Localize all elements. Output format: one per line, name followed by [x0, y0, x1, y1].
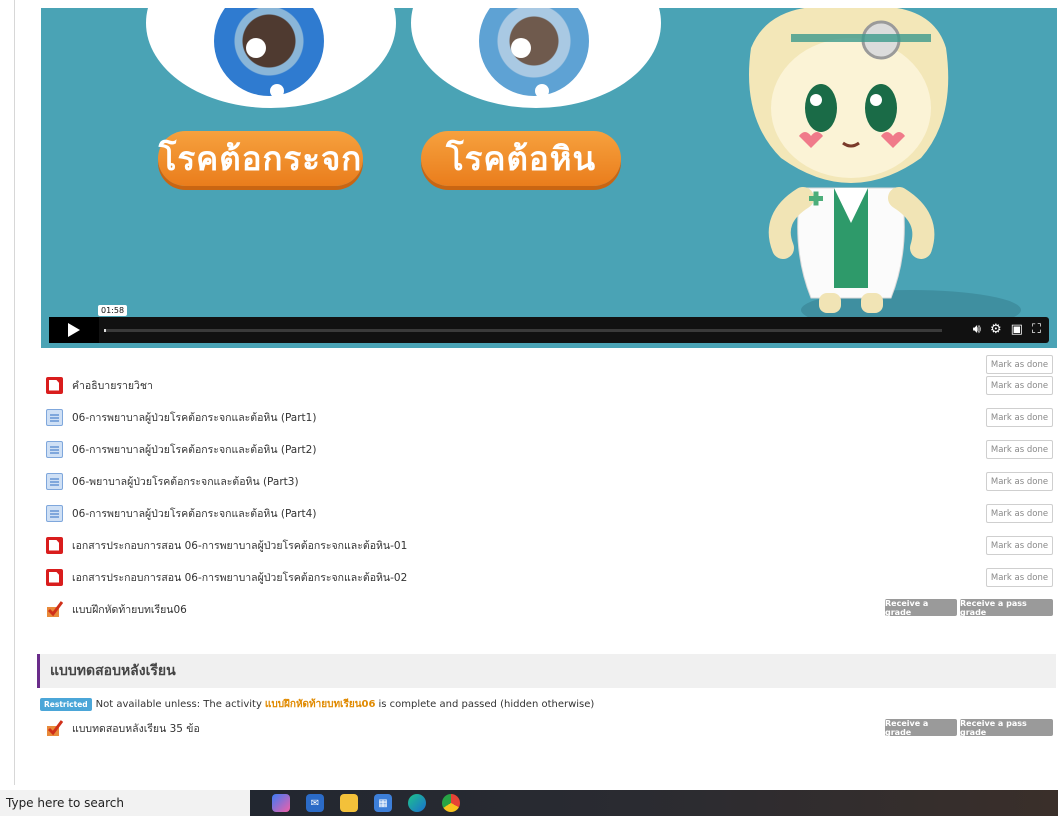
page-icon [46, 504, 63, 522]
activity-row[interactable]: คำอธิบายรายวิชา [46, 375, 153, 395]
restriction-suffix: is complete and passed (hidden otherwise… [378, 698, 595, 710]
mail-icon[interactable]: ✉ [306, 794, 324, 812]
taskbar-search[interactable]: Type here to search [0, 790, 250, 816]
receive-grade-badge: Receive a grade [885, 599, 957, 617]
activity-name[interactable]: เอกสารประกอบการสอน 06-การพยาบาลผู้ป่วยโร… [72, 569, 407, 586]
page-icon [46, 440, 63, 458]
settings-icon[interactable]: ⚙︎ [990, 320, 1002, 340]
activity-row[interactable]: 06-การพยาบาลผู้ป่วยโรคต้อกระจกและต้อหิน … [46, 503, 316, 523]
timeline-progress [104, 329, 106, 332]
pip-icon[interactable]: ▣ [1011, 320, 1023, 340]
play-icon [68, 323, 80, 337]
mark-done-button[interactable]: Mark as done [986, 408, 1053, 427]
quiz-icon [47, 719, 63, 736]
mark-done-button-video[interactable]: Mark as done [986, 355, 1053, 374]
activity-name[interactable]: แบบทดสอบหลังเรียน 35 ข้อ [72, 720, 200, 737]
mark-done-button[interactable]: Mark as done [986, 568, 1053, 587]
activity-name[interactable]: 06-การพยาบาลผู้ป่วยโรคต้อกระจกและต้อหิน … [72, 505, 316, 522]
activity-row[interactable]: เอกสารประกอบการสอน 06-การพยาบาลผู้ป่วยโร… [46, 535, 407, 555]
receive-pass-grade-badge: Receive a pass grade [960, 719, 1053, 737]
section-header: แบบทดสอบหลังเรียน [37, 654, 1056, 688]
cataract-label: โรคต้อกระจก [158, 131, 363, 186]
video-controls: 01:58 🔊︎ ⚙︎ ▣ ⛶ [49, 305, 1049, 343]
store-icon[interactable]: ▦ [374, 794, 392, 812]
receive-pass-grade-badge: Receive a pass grade [960, 599, 1053, 617]
iris-cataract [214, 8, 324, 98]
activity-row[interactable]: 06-การพยาบาลผู้ป่วยโรคต้อกระจกและต้อหิน … [46, 439, 316, 459]
windows-taskbar: Type here to search ✉ ▦ [0, 790, 1058, 816]
quiz-icon [47, 600, 63, 617]
mark-done-button[interactable]: Mark as done [986, 536, 1053, 555]
activity-row[interactable]: 06-พยาบาลผู้ป่วยโรคต้อกระจกและต้อหิน (Pa… [46, 471, 299, 491]
receive-grade-badge: Receive a grade [885, 719, 957, 737]
restriction-activity-link[interactable]: แบบฝึกหัดท้ายบทเรียน06 [265, 697, 376, 712]
copilot-icon[interactable] [272, 794, 290, 812]
activity-name[interactable]: เอกสารประกอบการสอน 06-การพยาบาลผู้ป่วยโร… [72, 537, 407, 554]
video-player[interactable]: โรคต้อกระจก โรคต้อหิน 01:58 🔊︎ ⚙︎ ▣ ⛶ [41, 8, 1057, 348]
activity-name[interactable]: 06-การพยาบาลผู้ป่วยโรคต้อกระจกและต้อหิน … [72, 409, 316, 426]
restricted-badge: Restricted [40, 697, 92, 711]
iris-glaucoma [479, 8, 589, 98]
activity-row[interactable]: เอกสารประกอบการสอน 06-การพยาบาลผู้ป่วยโร… [46, 567, 407, 587]
activity-row[interactable]: แบบฝึกหัดท้ายบทเรียน06 [46, 599, 187, 619]
mark-done-button[interactable]: Mark as done [986, 376, 1053, 395]
eye-illustration-left [146, 8, 396, 108]
activity-name[interactable]: 06-พยาบาลผู้ป่วยโรคต้อกระจกและต้อหิน (Pa… [72, 473, 299, 490]
mark-done-button[interactable]: Mark as done [986, 440, 1053, 459]
pdf-icon [46, 568, 63, 586]
chrome-icon[interactable] [442, 794, 460, 812]
mark-done-button[interactable]: Mark as done [986, 504, 1053, 523]
doctor-mascot-illustration [749, 8, 949, 313]
pdf-icon [46, 536, 63, 554]
restriction-notice: Restricted Not available unless: The act… [40, 697, 594, 711]
page-icon [46, 408, 63, 426]
mark-done-button[interactable]: Mark as done [986, 472, 1053, 491]
activity-name[interactable]: 06-การพยาบาลผู้ป่วยโรคต้อกระจกและต้อหิน … [72, 441, 316, 458]
left-divider [14, 0, 15, 785]
course-page: โรคต้อกระจก โรคต้อหิน 01:58 🔊︎ ⚙︎ ▣ ⛶ Ma… [0, 0, 1058, 790]
pdf-icon [46, 376, 63, 394]
activity-row[interactable]: แบบทดสอบหลังเรียน 35 ข้อ [46, 718, 200, 738]
volume-icon[interactable]: 🔊︎ [973, 320, 981, 340]
file-explorer-icon[interactable] [340, 794, 358, 812]
activity-name[interactable]: แบบฝึกหัดท้ายบทเรียน06 [72, 601, 187, 618]
section-title: แบบทดสอบหลังเรียน [50, 663, 176, 679]
glaucoma-label: โรคต้อหิน [421, 131, 621, 186]
restriction-prefix: Not available unless: The activity [95, 698, 262, 710]
activity-name[interactable]: คำอธิบายรายวิชา [72, 377, 153, 394]
page-icon [46, 472, 63, 490]
activity-row[interactable]: 06-การพยาบาลผู้ป่วยโรคต้อกระจกและต้อหิน … [46, 407, 316, 427]
eye-illustration-right [411, 8, 661, 108]
time-tooltip: 01:58 [98, 305, 128, 316]
play-button[interactable] [49, 317, 99, 343]
fullscreen-icon[interactable]: ⛶ [1032, 320, 1041, 340]
edge-icon[interactable] [408, 794, 426, 812]
video-timeline[interactable] [104, 329, 942, 332]
